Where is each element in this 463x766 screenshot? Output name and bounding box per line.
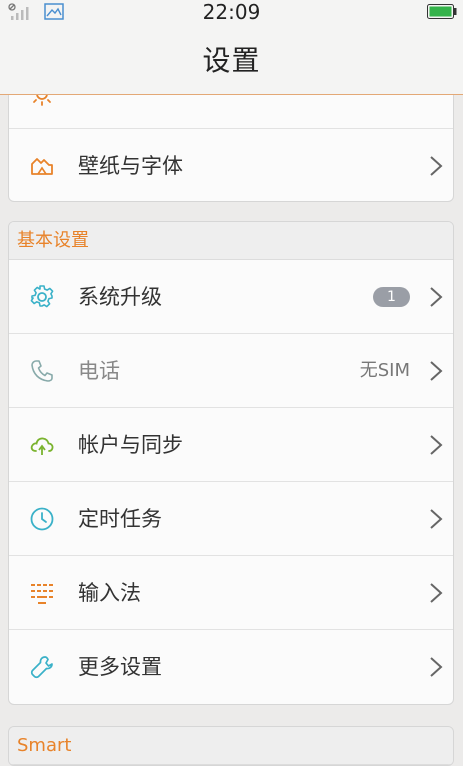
section-header-smart: Smart — [9, 727, 453, 765]
section-header-basic-settings: 基本设置 — [9, 222, 453, 260]
settings-row-label: 壁纸与字体 — [78, 154, 183, 178]
page-title: 设置 — [202, 44, 261, 77]
update-count-badge: 1 — [373, 287, 410, 307]
clock-icon — [30, 507, 54, 531]
wallpaper-icon — [31, 158, 53, 175]
status-time: 22:09 — [202, 0, 261, 24]
settings-row-system-update[interactable]: 系统升级 1 — [9, 260, 453, 334]
chevron-right-icon — [430, 156, 443, 176]
gear-icon — [30, 285, 54, 308]
status-bar: 22:09 — [0, 0, 463, 24]
battery-icon — [427, 4, 457, 19]
basic-settings-card: 基本设置 系统升级 1 电话 无SIM 帐户与同步 定时任务 输入法 更多设置 — [8, 221, 454, 705]
settings-row-more-settings[interactable]: 更多设置 — [9, 630, 453, 704]
settings-row-phone[interactable]: 电话 无SIM — [9, 334, 453, 408]
settings-row-label: 系统升级 — [78, 285, 162, 309]
settings-row-account-sync[interactable]: 帐户与同步 — [9, 408, 453, 482]
settings-row-label: 帐户与同步 — [78, 433, 183, 457]
wrench-icon — [30, 656, 53, 679]
chevron-right-icon — [430, 657, 443, 677]
chevron-right-icon — [430, 361, 443, 381]
settings-row-label: 定时任务 — [78, 507, 162, 531]
chevron-right-icon — [430, 509, 443, 529]
settings-row-wallpaper-font[interactable]: 壁纸与字体 — [9, 129, 453, 201]
cloud-sync-icon — [30, 437, 54, 455]
settings-row-label: 电话 — [78, 359, 120, 383]
settings-row-scheduled-tasks[interactable]: 定时任务 — [9, 482, 453, 556]
chevron-right-icon — [430, 583, 443, 603]
phone-icon — [31, 360, 53, 382]
smart-settings-card: Smart — [8, 726, 454, 766]
chevron-right-icon — [430, 287, 443, 307]
settings-row-label: 更多设置 — [78, 655, 162, 679]
settings-row-input-method[interactable]: 输入法 — [9, 556, 453, 630]
settings-row-label: 输入法 — [78, 581, 141, 605]
keyboard-icon — [31, 584, 53, 604]
sim-status-value: 无SIM — [359, 360, 410, 381]
chevron-right-icon — [430, 435, 443, 455]
header: 设置 — [0, 24, 463, 95]
